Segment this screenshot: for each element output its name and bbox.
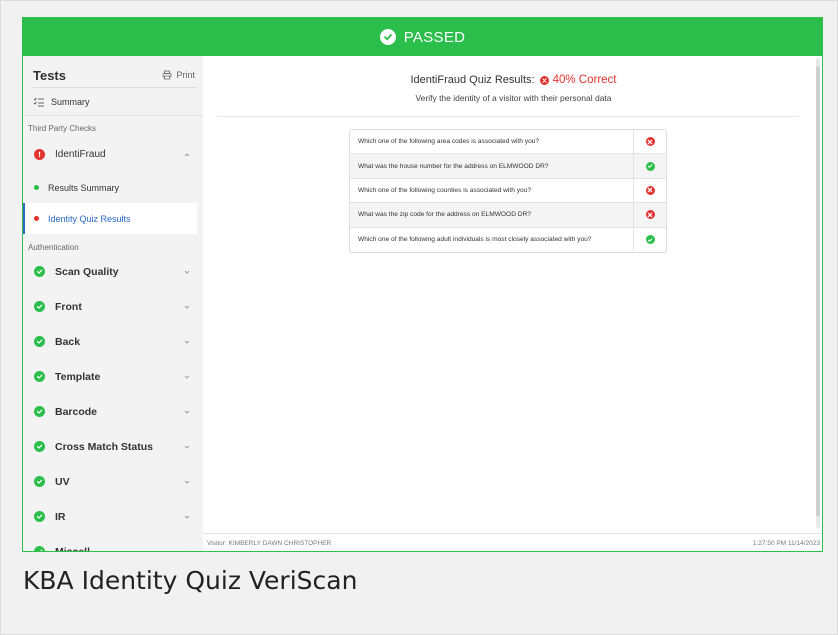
sidebar-item-auth-label: Back (55, 335, 81, 348)
sidebar-item-auth-label: Front (55, 300, 82, 313)
sidebar-item-auth-label: Barcode (55, 405, 98, 418)
section-heading-authentication: Authentication (28, 243, 79, 252)
x-circle-icon (645, 185, 655, 195)
visitor-name: Visitor: KIMBERLY DAWN CHRISTOPHER (207, 540, 332, 547)
table-row: Which one of the following adult individ… (350, 227, 666, 252)
sidebar-header: Tests Print (23, 56, 203, 84)
alert-circle-icon (34, 149, 45, 160)
question-result (634, 179, 666, 202)
x-circle-icon (645, 210, 655, 220)
question-result (634, 228, 666, 252)
status-dot-icon (34, 216, 39, 221)
sidebar-item-identifraud-label: IdentiFraud (55, 149, 106, 160)
main-panel: IdentiFraud Quiz Results: 40% Correct Ve… (203, 56, 822, 551)
chevron-down-icon (184, 410, 190, 414)
content-divider (217, 116, 799, 117)
sidebar-subitem-label: Identity Quiz Results (48, 213, 131, 224)
vertical-scrollbar[interactable] (816, 58, 820, 528)
check-circle-icon (645, 235, 655, 245)
print-label: Print (176, 70, 195, 80)
sidebar-item-auth[interactable]: IR (23, 499, 203, 534)
sidebar-item-identifraud[interactable]: IdentiFraud (23, 137, 203, 172)
sidebar-item-auth[interactable]: Scan Quality (23, 254, 203, 289)
chevron-down-icon (184, 445, 190, 449)
quiz-score: 40% Correct (539, 74, 617, 86)
section-heading-third-party: Third Party Checks (28, 124, 97, 133)
authentication-list: Scan Quality Front Back Template Barcode Cros… (23, 254, 203, 552)
sidebar-item-auth-label: UV (55, 475, 70, 488)
sidebar-item-summary[interactable]: Summary (23, 88, 203, 115)
sidebar-item-auth[interactable]: Front (23, 289, 203, 324)
scrollbar-thumb[interactable] (816, 66, 820, 516)
question-text: Which one of the following counties is a… (350, 178, 634, 203)
status-dot-icon (34, 185, 39, 190)
sidebar-item-auth-label: Template (55, 370, 101, 383)
print-button[interactable]: Print (162, 70, 195, 80)
sidebar-item-auth[interactable]: Barcode (23, 394, 203, 429)
check-circle-icon (34, 266, 45, 277)
check-circle-icon (34, 336, 45, 347)
table-row: What was the house number for the addres… (350, 154, 666, 179)
chevron-down-icon (184, 515, 190, 519)
check-circle-icon (34, 441, 45, 452)
question-result (634, 203, 666, 226)
chevron-down-icon (184, 480, 190, 484)
question-text: What was the house number for the addres… (350, 154, 634, 178)
status-banner: PASSED (23, 18, 822, 56)
question-text: Which one of the following area codes is… (350, 130, 634, 154)
chevron-up-icon (184, 152, 190, 156)
sidebar-subitem-results-summary[interactable]: Results Summary (23, 172, 203, 203)
list-icon (33, 97, 44, 106)
sidebar-subitem-label: Results Summary (48, 182, 120, 193)
chevron-down-icon (184, 375, 190, 379)
check-circle-icon (34, 406, 45, 417)
sidebar-item-auth-label: Cross Match Status (55, 440, 154, 453)
check-circle-icon (379, 29, 396, 45)
table-row: What was the zip code for the address on… (350, 203, 666, 228)
x-circle-icon (539, 75, 549, 85)
sidebar-item-auth-label: Miscell... (55, 545, 99, 552)
chevron-down-icon (184, 340, 190, 344)
quiz-title: IdentiFraud Quiz Results: (410, 74, 535, 86)
question-result (634, 154, 666, 177)
sidebar-item-auth-label: Scan Quality (55, 265, 119, 278)
check-circle-icon (34, 371, 45, 382)
scan-timestamp: 1:27:50 PM 11/14/2023 (752, 540, 820, 547)
check-circle-icon (34, 301, 45, 312)
sidebar-title: Tests (33, 67, 66, 83)
quiz-score-label: 40% Correct (552, 74, 617, 86)
question-text: What was the zip code for the address on… (350, 203, 634, 227)
printer-icon (163, 70, 172, 80)
sidebar-item-auth-label: IR (55, 510, 66, 523)
table-row: Which one of the following area codes is… (350, 130, 666, 155)
image-caption: KBA Identity Quiz VeriScan (23, 566, 358, 595)
check-circle-icon (645, 161, 655, 171)
sidebar-item-auth[interactable]: Template (23, 359, 203, 394)
sidebar-item-auth[interactable]: Miscell... (23, 534, 203, 552)
x-circle-icon (645, 137, 655, 147)
table-row: Which one of the following counties is a… (350, 178, 666, 204)
quiz-subtitle: Verify the identity of a visitor with th… (415, 93, 612, 103)
status-footer: Visitor: KIMBERLY DAWN CHRISTOPHER 1:27:… (203, 533, 822, 551)
chevron-down-icon (184, 550, 190, 551)
question-result (634, 130, 666, 153)
quiz-results-table: Which one of the following area codes is… (349, 129, 667, 253)
sidebar-item-summary-label: Summary (51, 96, 90, 107)
sidebar: Tests Print Summary Third Party Checks I… (23, 56, 203, 552)
veriscan-window: PASSED Tests Print Summary Third Party C… (22, 17, 823, 552)
sidebar-subitem-identity-quiz-results[interactable]: Identity Quiz Results (23, 203, 197, 234)
chevron-down-icon (184, 270, 190, 274)
status-banner-label: PASSED (403, 28, 466, 46)
check-circle-icon (34, 546, 45, 551)
question-text: Which one of the following adult individ… (350, 227, 634, 252)
chevron-down-icon (184, 305, 190, 309)
sidebar-item-auth[interactable]: Back (23, 324, 203, 359)
quiz-results-heading: IdentiFraud Quiz Results: 40% Correct (203, 74, 822, 86)
check-circle-icon (34, 511, 45, 522)
check-circle-icon (34, 476, 45, 487)
sidebar-item-auth[interactable]: UV (23, 464, 203, 499)
sidebar-item-auth[interactable]: Cross Match Status (23, 429, 203, 464)
